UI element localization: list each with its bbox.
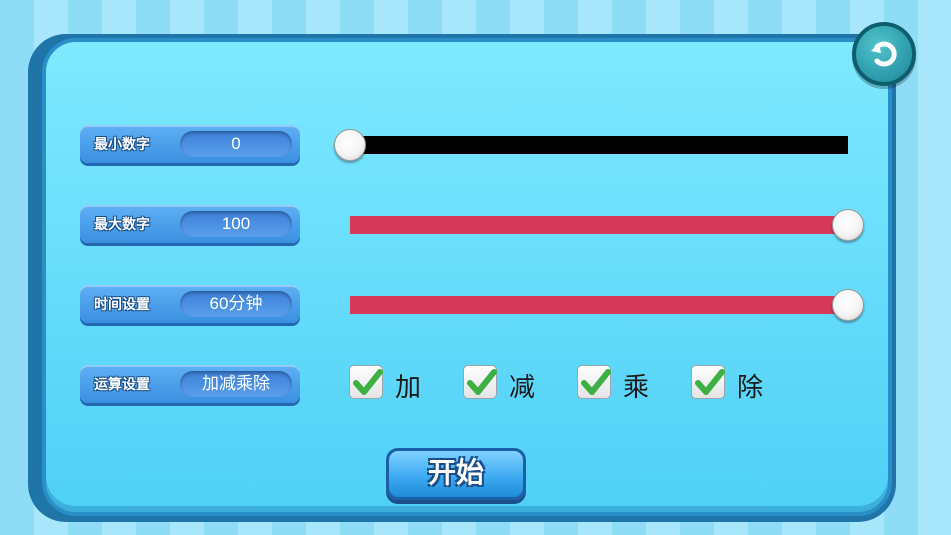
min-number-value: 0 [180, 131, 292, 157]
time-label: 时间设置 [94, 297, 150, 313]
max-number-slider-thumb[interactable] [832, 209, 864, 241]
operation-label-add: 加 [395, 373, 422, 403]
checkbox-box[interactable] [349, 365, 383, 399]
operations-value: 加减乘除 [180, 371, 292, 397]
checkbox-box[interactable] [577, 365, 611, 399]
time-slider-thumb[interactable] [832, 289, 864, 321]
settings-panel [42, 38, 892, 516]
time-slider-track[interactable] [350, 296, 848, 314]
min-number-slider-track[interactable] [350, 136, 848, 154]
operations-label: 运算设置 [94, 377, 150, 393]
operation-label-multiply: 乘 [623, 373, 650, 403]
start-button[interactable]: 开始 [386, 448, 526, 500]
max-number-value: 100 [180, 211, 292, 237]
min-number-label: 最小数字 [94, 137, 150, 153]
undo-arrow-icon [871, 41, 897, 67]
time-row: 时间设置 60分钟 [80, 285, 300, 323]
checkmark-icon [581, 369, 611, 395]
operation-label-subtract: 减 [509, 373, 536, 403]
checkbox-box[interactable] [463, 365, 497, 399]
checkbox-box[interactable] [691, 365, 725, 399]
min-number-row: 最小数字 0 [80, 125, 300, 163]
back-button[interactable] [852, 22, 916, 86]
operations-row: 运算设置 加减乘除 [80, 365, 300, 403]
min-number-slider-thumb[interactable] [334, 129, 366, 161]
checkmark-icon [695, 369, 725, 395]
max-number-row: 最大数字 100 [80, 205, 300, 243]
checkmark-icon [467, 369, 497, 395]
max-number-slider-track[interactable] [350, 216, 848, 234]
operation-label-divide: 除 [737, 373, 764, 403]
checkmark-icon [353, 369, 383, 395]
max-number-label: 最大数字 [94, 217, 150, 233]
time-value: 60分钟 [180, 291, 292, 317]
